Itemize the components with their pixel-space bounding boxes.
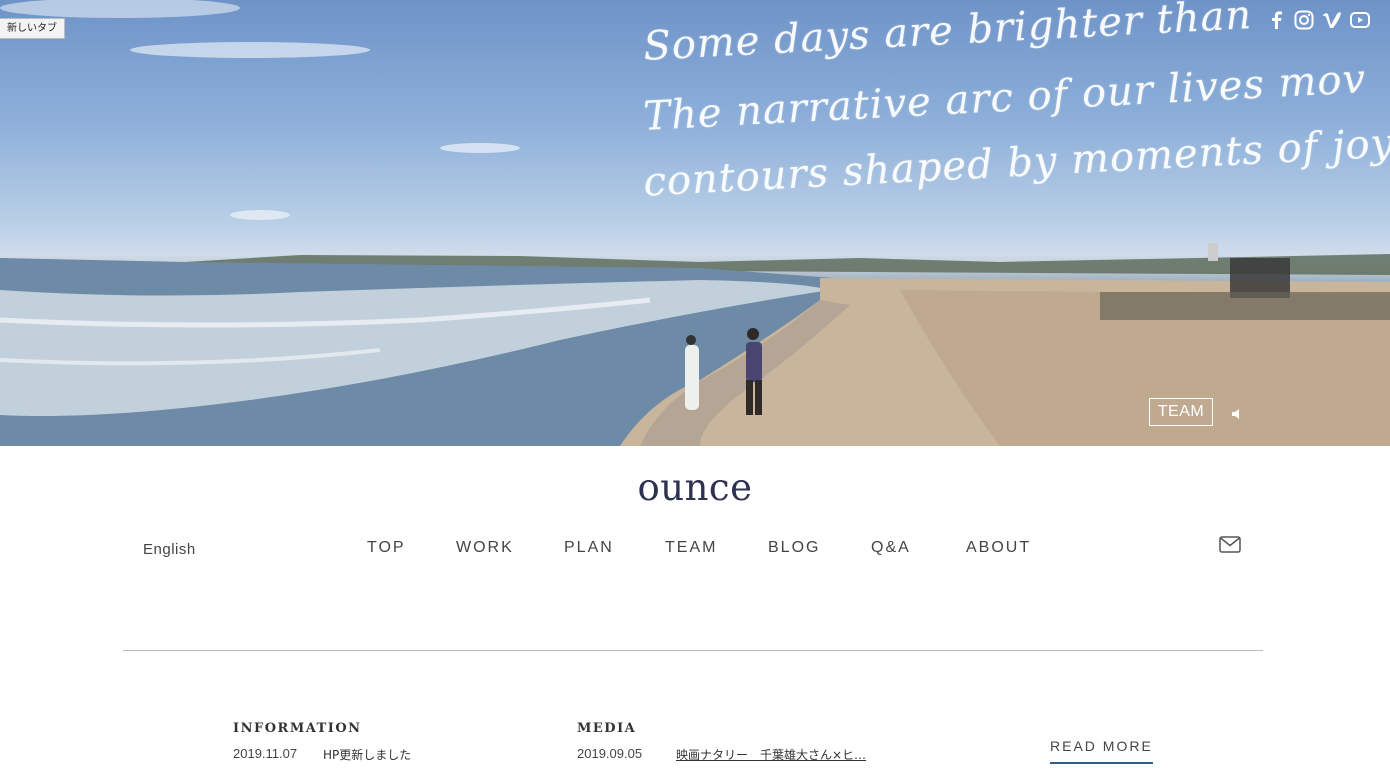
nav-item-team[interactable]: TEAM [665, 539, 717, 557]
media-date: 2019.09.05 [577, 746, 643, 761]
nav-item-qa[interactable]: Q&A [871, 539, 911, 557]
nav-item-blog[interactable]: BLOG [768, 539, 820, 557]
main-nav: TOP WORK PLAN TEAM BLOG Q&A ABOUT [0, 539, 1390, 561]
hero-video[interactable]: 新しいタブ Some days are brighter than The na… [0, 0, 1390, 446]
speaker-mute-icon[interactable] [1230, 406, 1244, 420]
mail-icon[interactable] [1219, 536, 1241, 553]
nav-item-top[interactable]: TOP [367, 539, 406, 557]
media-heading: MEDIA [577, 721, 637, 736]
information-item-text: HP更新しました [323, 748, 412, 762]
read-more-button[interactable]: READ MORE [1050, 738, 1153, 764]
nav-item-plan[interactable]: PLAN [564, 539, 614, 557]
site-logo[interactable]: ounce [0, 466, 1390, 509]
team-overlay-button[interactable]: TEAM [1149, 398, 1213, 426]
media-item-link[interactable]: 映画ナタリー 千葉雄大さん×ヒ… [676, 746, 866, 763]
youtube-icon[interactable] [1350, 10, 1370, 30]
section-divider [123, 650, 1263, 651]
facebook-icon[interactable] [1266, 10, 1286, 30]
vimeo-icon[interactable] [1322, 10, 1342, 30]
social-links [1266, 10, 1370, 30]
browser-tab-label[interactable]: 新しいタブ [0, 18, 65, 39]
instagram-icon[interactable] [1294, 10, 1314, 30]
nav-item-about[interactable]: ABOUT [966, 539, 1031, 557]
information-date: 2019.11.07 [233, 746, 298, 761]
information-heading: INFORMATION [233, 721, 362, 736]
nav-item-work[interactable]: WORK [456, 539, 514, 557]
